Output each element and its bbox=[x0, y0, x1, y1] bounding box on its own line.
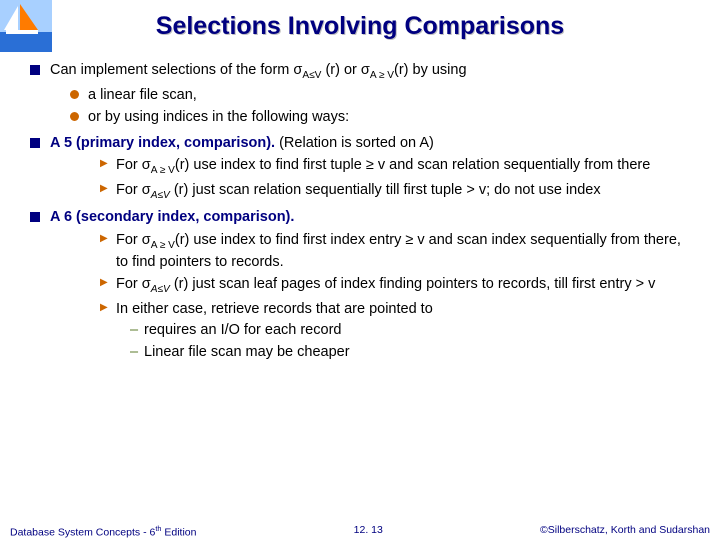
slide-content: Can implement selections of the form σA≤… bbox=[0, 41, 720, 362]
slide-title: Selections Involving Comparisons bbox=[0, 0, 720, 41]
bullet-3b: For σA≤V (r) just scan leaf pages of ind… bbox=[100, 275, 690, 297]
footer-right: ©Silberschatz, Korth and Sudarshan bbox=[540, 524, 710, 539]
bullet-1b: or by using indices in the following way… bbox=[70, 108, 690, 128]
bullet-1a: a linear file scan, bbox=[70, 86, 690, 106]
footer-left: Database System Concepts - 6th Edition bbox=[10, 524, 196, 539]
bullet-3c2: Linear file scan may be cheaper bbox=[130, 343, 690, 363]
footer-center: 12. 13 bbox=[354, 524, 383, 539]
bullet-2b: For σA≤V (r) just scan relation sequenti… bbox=[100, 181, 690, 203]
bullet-2a: For σA ≥ V(r) use index to find first tu… bbox=[100, 156, 690, 178]
bullet-3c1: requires an I/O for each record bbox=[130, 321, 690, 341]
bullet-3a: For σA ≥ V(r) use index to find first in… bbox=[100, 231, 690, 272]
slide-footer: Database System Concepts - 6th Edition 1… bbox=[0, 523, 720, 539]
bullet-2: A 5 (primary index, comparison). (Relati… bbox=[30, 134, 690, 154]
sailboat-logo bbox=[0, 0, 52, 52]
bullet-3: A 6 (secondary index, comparison). bbox=[30, 208, 690, 228]
bullet-3c: In either case, retrieve records that ar… bbox=[100, 300, 690, 320]
bullet-1: Can implement selections of the form σA≤… bbox=[30, 61, 690, 83]
